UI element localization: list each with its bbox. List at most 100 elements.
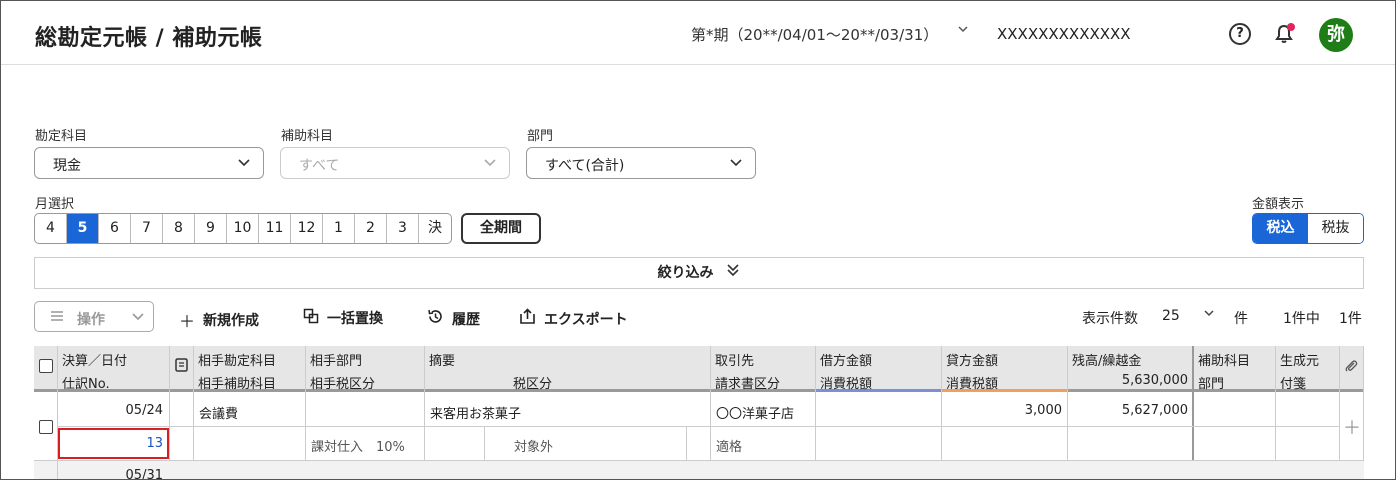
highlight-box <box>58 428 169 459</box>
header-date: 決算／日付 <box>62 354 128 369</box>
month-4[interactable]: 4 <box>35 214 67 243</box>
new-label: 新規作成 <box>203 313 260 329</box>
notification-badge <box>1287 23 1295 31</box>
narrow-down-label: 絞り込み <box>657 265 714 281</box>
header-counter-sub: 相手補助科目 <box>198 377 277 392</box>
row-credit[interactable]: 3,000 <box>946 403 1062 418</box>
new-button[interactable]: ＋ 新規作成 <box>179 308 259 332</box>
row-tax-category[interactable]: 課対仕入 10% <box>311 436 405 455</box>
account-select[interactable]: 現金 <box>34 147 264 179</box>
month-10[interactable]: 10 <box>227 214 259 243</box>
operations-dropdown[interactable]: 操作 <box>34 301 154 332</box>
chevron-down-icon <box>483 155 497 169</box>
month-6[interactable]: 6 <box>99 214 131 243</box>
result-count: 1件中 <box>1283 311 1320 327</box>
row-checkbox[interactable] <box>39 420 53 434</box>
month-8[interactable]: 8 <box>163 214 195 243</box>
department-label: 部門 <box>527 129 554 144</box>
help-icon[interactable]: ? <box>1229 23 1251 45</box>
tax-included-button[interactable]: 税込 <box>1253 214 1308 243</box>
header-counter-dept: 相手部門 <box>310 354 363 369</box>
month-closing[interactable]: 決 <box>419 214 451 243</box>
grid-line <box>57 461 58 479</box>
header-source: 生成元 <box>1280 354 1320 369</box>
chevron-down-icon <box>729 155 743 169</box>
history-icon <box>427 308 444 329</box>
header-bar: 総勘定元帳 / 補助元帳 第*期（20**/04/01〜20**/03/31） … <box>1 1 1395 65</box>
header-credit: 貸方金額 <box>946 354 999 369</box>
month-2[interactable]: 2 <box>355 214 387 243</box>
per-page-label: 表示件数 <box>1082 311 1138 327</box>
book-icon[interactable] <box>175 358 188 376</box>
export-button[interactable]: エクスポート <box>519 308 628 329</box>
month-1[interactable]: 1 <box>323 214 355 243</box>
header-entry-no: 仕訳No. <box>62 377 110 392</box>
chevron-down-icon[interactable] <box>957 23 969 39</box>
row-memo[interactable]: 来客用お茶菓子 <box>430 403 521 422</box>
header-carryover: 5,630,000 <box>1121 373 1188 388</box>
per-page-unit: 件 <box>1234 311 1248 327</box>
add-sticky-icon[interactable]: ＋ <box>1343 414 1361 440</box>
row-invoice[interactable]: 適格 <box>716 436 742 455</box>
month-11[interactable]: 11 <box>259 214 291 243</box>
export-label: エクスポート <box>544 311 628 328</box>
header-counter-account: 相手勘定科目 <box>198 354 277 369</box>
sub-account-label: 補助科目 <box>281 129 334 144</box>
row-counter-account[interactable]: 会議費 <box>199 403 238 422</box>
account-label: 勘定科目 <box>35 129 88 144</box>
row-date[interactable]: 05/31 <box>61 468 163 479</box>
chevron-down-icon[interactable] <box>1203 307 1215 323</box>
result-shown: 1件 <box>1339 311 1362 327</box>
tax-excluded-button[interactable]: 税抜 <box>1308 214 1363 243</box>
company-name[interactable]: XXXXXXXXXXXXX <box>997 25 1131 43</box>
month-label: 月選択 <box>35 197 75 212</box>
chevron-down-icon <box>131 309 145 327</box>
header-dept: 部門 <box>1198 377 1225 392</box>
all-period-button[interactable]: 全期間 <box>461 213 541 244</box>
app-window: 総勘定元帳 / 補助元帳 第*期（20**/04/01〜20**/03/31） … <box>0 0 1396 480</box>
grid-line <box>686 427 687 461</box>
month-5[interactable]: 5 <box>67 214 99 243</box>
period-selector[interactable]: 第*期（20**/04/01〜20**/03/31） <box>691 24 938 45</box>
row-date[interactable]: 05/24 <box>61 403 163 418</box>
month-7[interactable]: 7 <box>131 214 163 243</box>
export-icon <box>519 308 536 329</box>
operations-label: 操作 <box>77 312 105 328</box>
account-value: 現金 <box>53 158 81 174</box>
header-invoice: 請求書区分 <box>715 377 781 392</box>
month-selector: 4 5 6 7 8 9 10 11 12 1 2 3 決 <box>34 213 452 244</box>
row-divider <box>57 426 1339 427</box>
narrow-down-button[interactable]: 絞り込み <box>34 257 1364 289</box>
bulk-replace-button[interactable]: 一括置換 <box>303 308 383 328</box>
chevron-down-icon <box>237 155 251 169</box>
header-balance: 残高/繰越金 <box>1072 354 1142 369</box>
row-tax-type[interactable]: 対象外 <box>514 436 553 455</box>
header-tax-type: 税区分 <box>513 377 553 392</box>
tax-toggle: 税込 税抜 <box>1252 213 1364 244</box>
department-select[interactable]: すべて(合計) <box>526 147 756 179</box>
row-partner[interactable]: 〇〇洋菓子店 <box>716 403 794 422</box>
header-debit: 借方金額 <box>820 354 873 369</box>
sub-account-select[interactable]: すべて <box>280 147 510 179</box>
header-debit-tax: 消費税額 <box>820 377 873 392</box>
grid-line <box>484 427 485 461</box>
header-partner: 取引先 <box>715 354 755 369</box>
month-12[interactable]: 12 <box>291 214 323 243</box>
plus-icon: ＋ <box>179 312 196 331</box>
row-balance: 5,627,000 <box>1121 403 1188 418</box>
header-memo: 摘要 <box>429 354 456 369</box>
history-label: 履歴 <box>452 311 480 328</box>
page-title: 総勘定元帳 / 補助元帳 <box>35 26 263 51</box>
avatar[interactable]: 弥 <box>1319 18 1353 52</box>
month-9[interactable]: 9 <box>195 214 227 243</box>
table-row <box>34 461 1364 479</box>
header-credit-tax: 消費税額 <box>946 377 999 392</box>
month-3[interactable]: 3 <box>387 214 419 243</box>
header-sub-account: 補助科目 <box>1198 354 1251 369</box>
select-all-checkbox[interactable] <box>39 359 53 373</box>
menu-icon <box>49 308 65 328</box>
per-page-select[interactable]: 25 <box>1162 308 1180 324</box>
history-button[interactable]: 履歴 <box>427 308 480 329</box>
paperclip-icon <box>1344 359 1358 377</box>
bulk-replace-label: 一括置換 <box>327 311 383 327</box>
